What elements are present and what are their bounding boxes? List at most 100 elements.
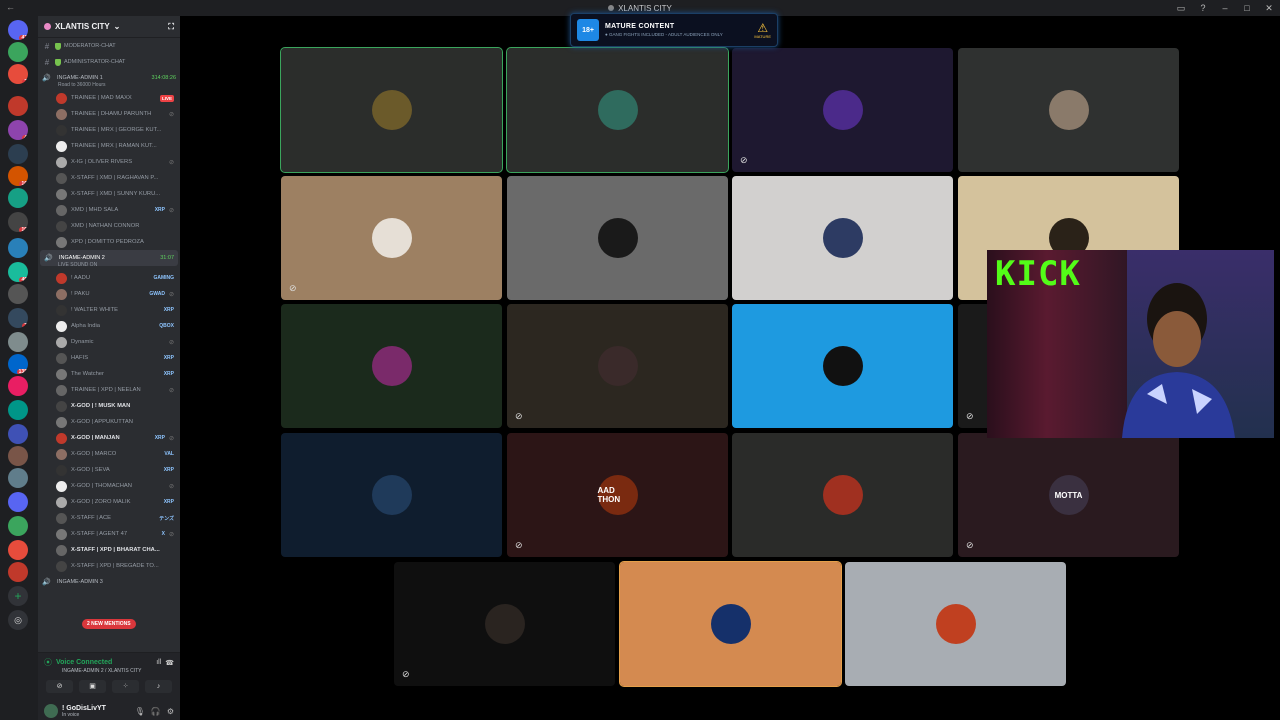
microphone-icon[interactable]: 🎙 [135, 707, 145, 716]
server-icon[interactable] [8, 424, 28, 444]
avatar[interactable] [56, 544, 67, 556]
participant-tile[interactable] [732, 176, 953, 300]
voice-user[interactable]: X-GOD | MARCO VAL [38, 446, 180, 462]
participant-tile[interactable] [845, 562, 1066, 686]
server-icon[interactable] [8, 400, 28, 420]
server-icon[interactable]: 42 [8, 20, 28, 40]
voice-user[interactable]: TRAINEE | XPD | NEELAN ⊘ [38, 382, 180, 398]
text-channel[interactable]: # MODERATOR-CHAT [38, 38, 180, 54]
voice-channel[interactable]: 🔊 INGAME-ADMIN 3 [38, 574, 180, 590]
server-icon[interactable]: 16 [8, 166, 28, 186]
participant-tile[interactable] [506, 47, 729, 173]
screenshare-button[interactable]: ▣ [79, 680, 106, 693]
voice-user[interactable]: X-STAFF | XPD | BHARAT CHA... [38, 542, 180, 558]
avatar[interactable] [56, 448, 67, 460]
inbox-icon[interactable]: ▭ [1170, 0, 1192, 16]
voice-user[interactable]: X-GOD | MANJAN XRP ⊘ [38, 430, 180, 446]
avatar[interactable] [56, 288, 67, 300]
voice-user[interactable]: Dynamic ⊘ [38, 334, 180, 350]
voice-user[interactable]: XMD | NATHAN CONNOR [38, 218, 180, 234]
avatar[interactable] [56, 220, 67, 232]
voice-user[interactable]: TRAINEE | MAD MAXX LIVE [38, 90, 180, 106]
voice-user[interactable]: ! PAKU GWAD ⊘ [38, 286, 180, 302]
participant-tile[interactable]: ⊘ [281, 176, 502, 300]
voice-user[interactable]: X-GOD | SEVA XRP [38, 462, 180, 478]
camera-button[interactable]: ⊘ [46, 680, 73, 693]
server-icon[interactable] [8, 96, 28, 116]
voice-user[interactable]: X-GOD | ! MUSK MAN [38, 398, 180, 414]
avatar[interactable] [56, 188, 67, 200]
server-icon[interactable]: 4 [8, 120, 28, 140]
avatar[interactable] [44, 704, 58, 718]
avatar[interactable] [56, 156, 67, 168]
avatar[interactable] [56, 140, 67, 152]
voice-user[interactable]: XPD | DOMITTO PEDROZA [38, 234, 180, 250]
avatar[interactable] [56, 304, 67, 316]
participant-tile[interactable] [507, 176, 728, 300]
voice-user[interactable]: X-GOD | THOMACHAN ⊘ [38, 478, 180, 494]
add-server-icon[interactable]: + [8, 586, 28, 606]
voice-user[interactable]: X-STAFF | XPD | BREGADE TO... [38, 558, 180, 574]
server-icon[interactable]: 49 [8, 262, 28, 282]
voice-user[interactable]: X-GOD | APPUKUTTAN [38, 414, 180, 430]
participant-tile[interactable] [732, 304, 953, 428]
voice-user[interactable]: ! AADU GAMING [38, 270, 180, 286]
voice-user[interactable]: X-GOD | ZORO MALIK XRP [38, 494, 180, 510]
avatar[interactable] [56, 464, 67, 476]
avatar[interactable] [56, 92, 67, 104]
voice-user[interactable]: X-IG | OLIVER RIVERS ⊘ [38, 154, 180, 170]
server-icon[interactable] [8, 516, 28, 536]
server-icon[interactable]: 2 [8, 64, 28, 84]
server-icon[interactable] [8, 284, 28, 304]
voice-user[interactable]: HAFIS XRP [38, 350, 180, 366]
participant-tile[interactable] [958, 48, 1179, 172]
avatar[interactable] [56, 108, 67, 120]
soundboard-button[interactable]: ♪ [145, 680, 172, 693]
avatar[interactable] [56, 204, 67, 216]
server-icon[interactable]: 3 [8, 308, 28, 328]
voice-user[interactable]: Alpha India QBOX [38, 318, 180, 334]
help-icon[interactable]: ? [1192, 0, 1214, 16]
avatar[interactable] [56, 352, 67, 364]
participant-tile[interactable]: AAD THON ⊘ [507, 433, 728, 557]
avatar[interactable] [56, 560, 67, 572]
participant-tile[interactable]: ⊘ [732, 48, 953, 172]
avatar[interactable] [56, 236, 67, 248]
avatar[interactable] [56, 272, 67, 284]
participant-tile[interactable]: MOTTA ⊘ [958, 433, 1179, 557]
participant-tile[interactable] [280, 47, 503, 173]
avatar[interactable] [56, 432, 67, 444]
gear-icon[interactable]: ⚙ [167, 707, 174, 716]
voice-status[interactable]: Voice Connected [56, 659, 112, 666]
minimize-button[interactable]: – [1214, 0, 1236, 16]
back-arrow-icon[interactable]: ← [6, 2, 15, 12]
server-icon[interactable] [8, 446, 28, 466]
server-icon[interactable] [8, 238, 28, 258]
server-icon[interactable]: 135 [8, 354, 28, 374]
disconnect-icon[interactable]: ☎ [165, 659, 174, 667]
avatar[interactable] [56, 512, 67, 524]
avatar[interactable] [56, 480, 67, 492]
add-member-icon[interactable]: ⛶ [168, 22, 174, 32]
avatar[interactable] [56, 416, 67, 428]
voice-user[interactable]: TRAINEE | DHAMU PARUNTH ⊘ [38, 106, 180, 122]
maximize-button[interactable]: □ [1236, 0, 1258, 16]
activity-button[interactable]: ⁘ [112, 680, 139, 693]
close-button[interactable]: ✕ [1258, 0, 1280, 16]
noise-icon[interactable]: ıll [156, 659, 161, 666]
text-channel[interactable]: # ADMINISTRATOR-CHAT [38, 54, 180, 70]
participant-tile[interactable] [619, 561, 842, 687]
participant-tile[interactable]: ⊘ [507, 304, 728, 428]
voice-user[interactable]: TRAINEE | MRX | RAMAN KUT... [38, 138, 180, 154]
voice-user[interactable]: X-STAFF | AGENT 47 X ⊘ [38, 526, 180, 542]
server-icon[interactable] [8, 376, 28, 396]
voice-user[interactable]: X-STAFF | XMD | RAGHAVAN P... [38, 170, 180, 186]
new-mentions-pill[interactable]: 2 NEW MENTIONS [82, 619, 136, 629]
server-icon[interactable] [8, 188, 28, 208]
avatar[interactable] [56, 528, 67, 540]
server-icon[interactable] [8, 562, 28, 582]
server-icon[interactable] [8, 540, 28, 560]
server-icon[interactable] [8, 144, 28, 164]
voice-user[interactable]: TRAINEE | MRX | GEORGE KUT... [38, 122, 180, 138]
participant-tile[interactable]: ⊘ [394, 562, 615, 686]
